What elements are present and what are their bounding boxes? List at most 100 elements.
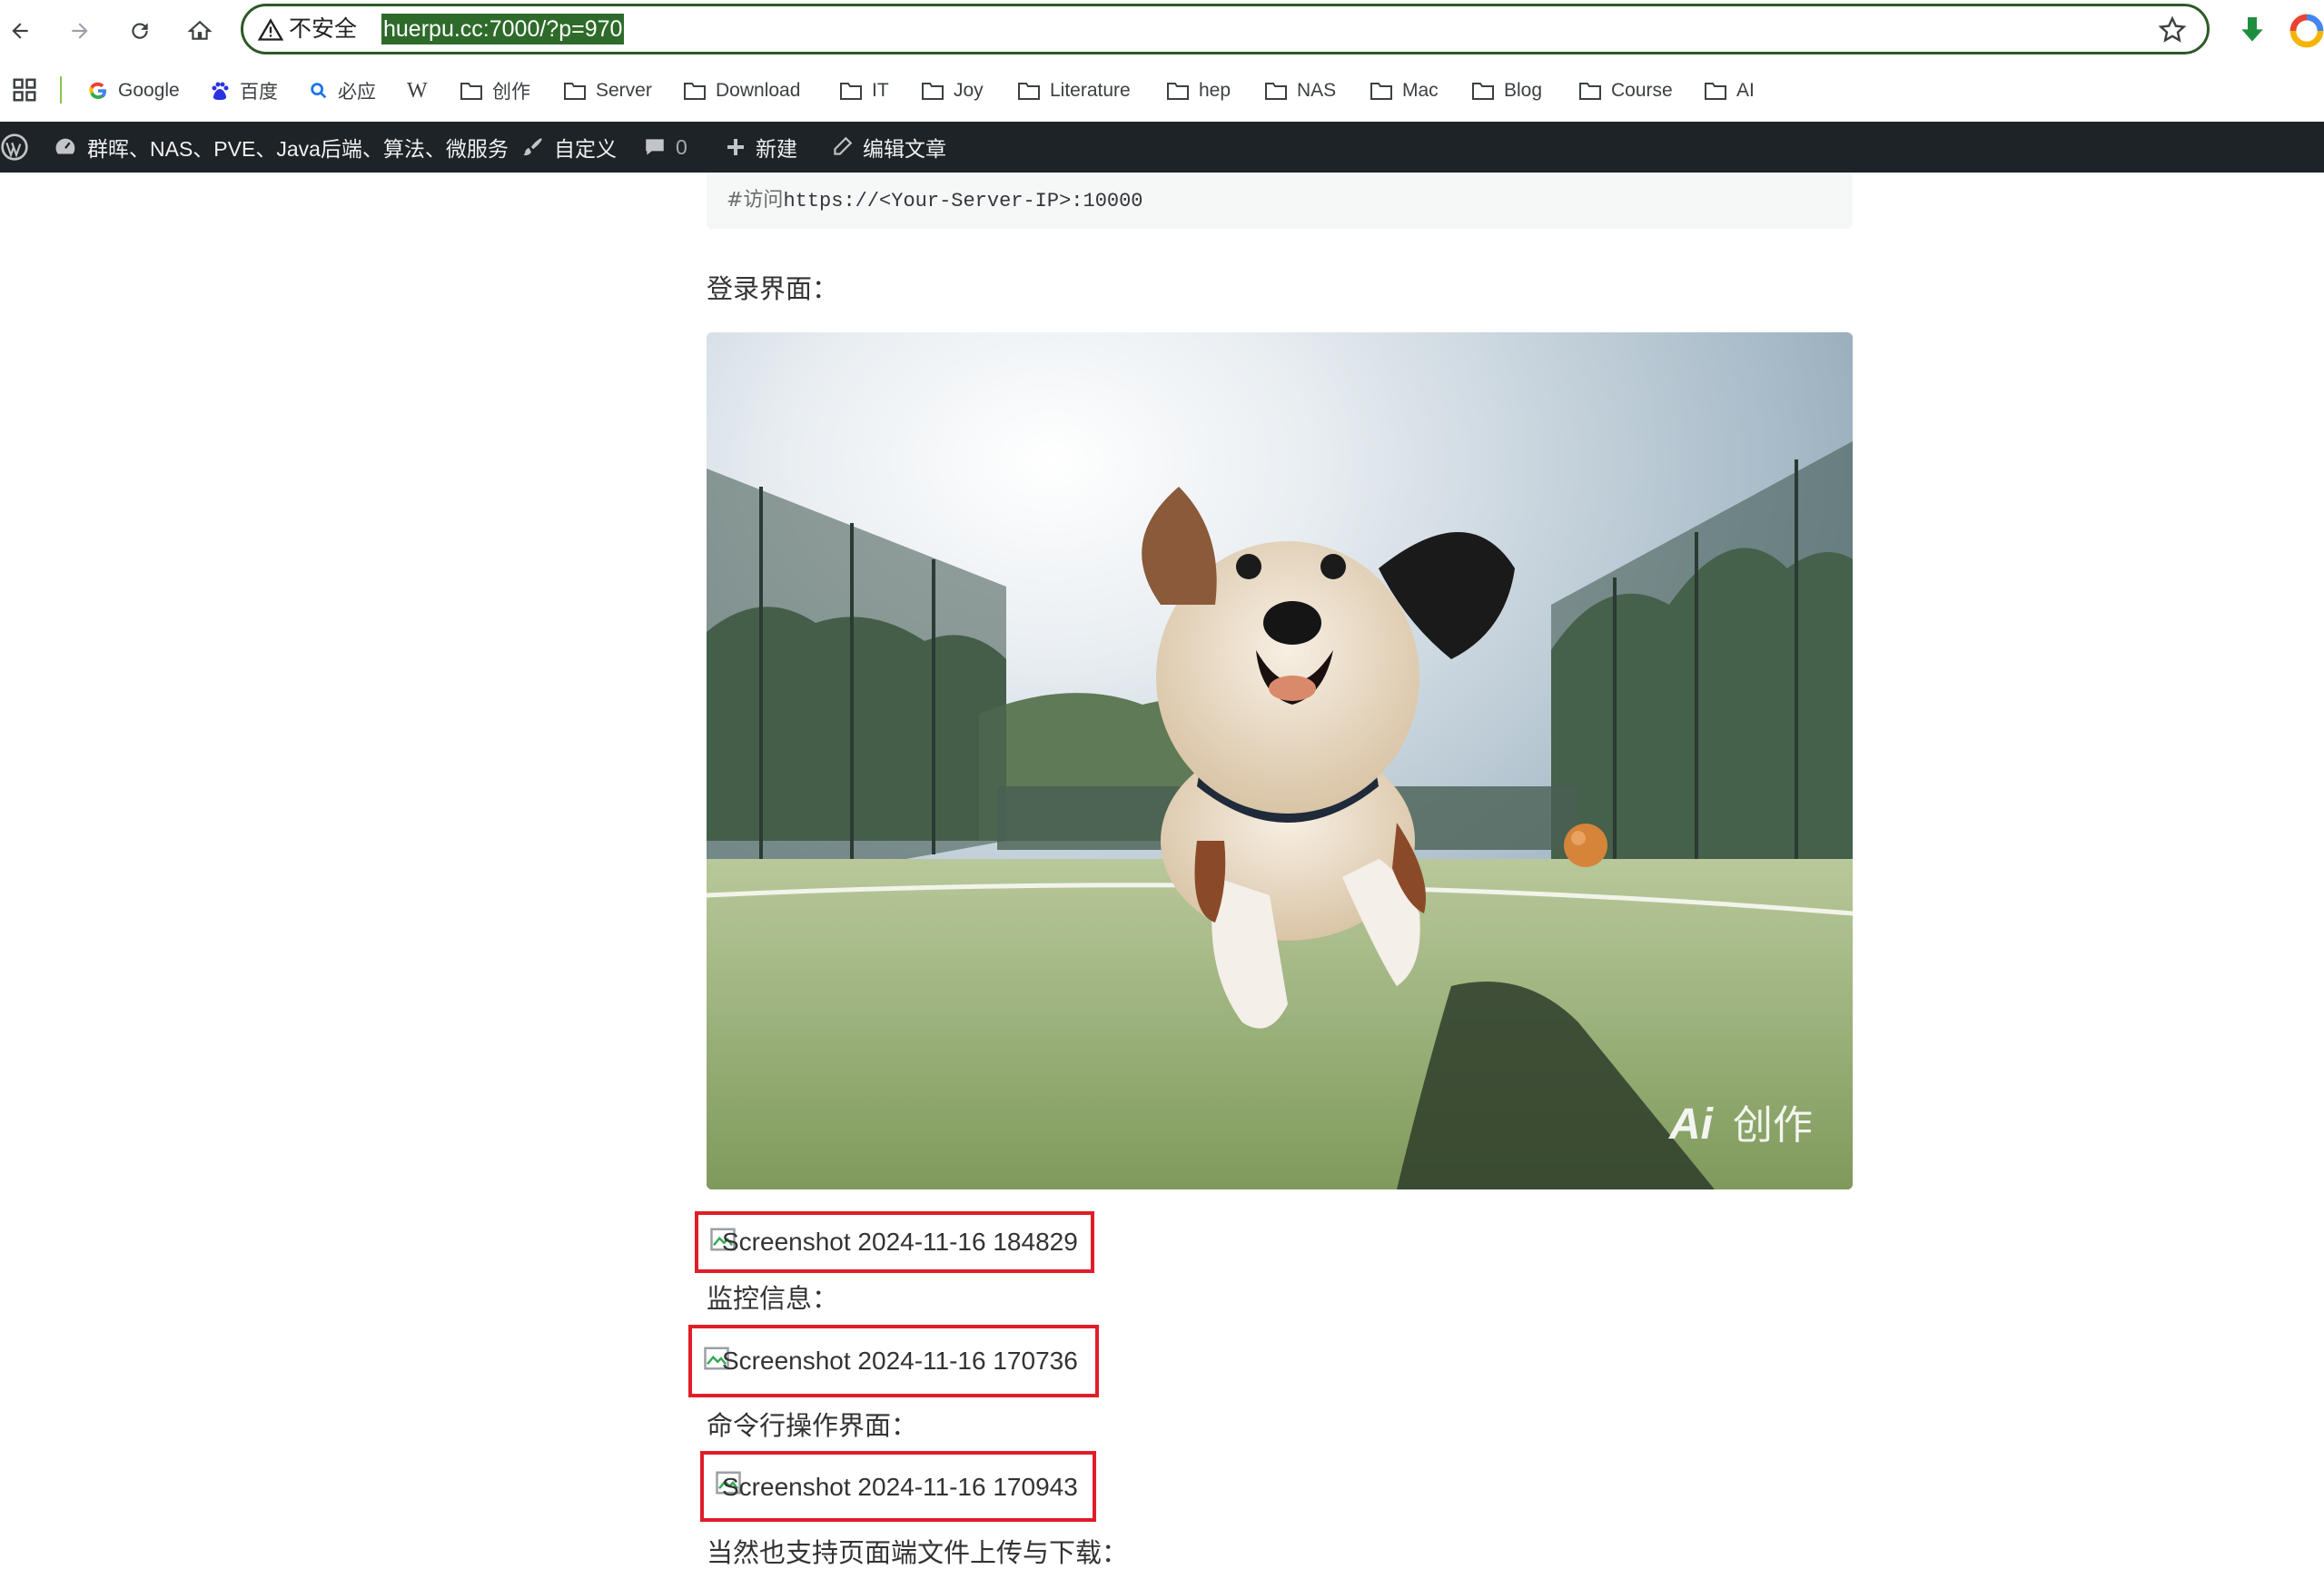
pencil-icon: [834, 136, 853, 155]
bookmark-folder-blog[interactable]: Blog: [1471, 64, 1542, 118]
site-name-menu[interactable]: 群晖、NAS、PVE、Java后端、算法、微服务: [53, 122, 509, 173]
bookmark-label: NAS: [1297, 80, 1337, 101]
bookmark-label: 必应: [338, 82, 376, 103]
reload-button[interactable]: [120, 11, 160, 51]
bookmarks-bar: Google 百度 必应 W 创作 Server Download IT Joy…: [0, 64, 2324, 118]
google-icon: [89, 82, 106, 100]
wordpress-logo-icon: [1, 133, 28, 161]
bookmark-label: 百度: [240, 82, 278, 103]
folder-icon: [1472, 83, 1494, 100]
url-text[interactable]: huerpu.cc:7000/?p=970: [381, 14, 625, 44]
reload-icon: [132, 23, 148, 39]
code-line: #访问https://<Your-Server-IP>:10000: [727, 183, 1143, 212]
bookmark-label: AI: [1736, 80, 1755, 101]
bookmark-google[interactable]: Google: [87, 64, 180, 118]
login-caption: 登录界面：: [707, 275, 839, 304]
folder-icon: [1579, 83, 1601, 100]
download-icon[interactable]: [2234, 13, 2270, 49]
post-hero-image: Ai 创作: [707, 332, 1853, 1189]
wp-logo-button[interactable]: [0, 122, 38, 173]
dog-tennis-illustration: Ai 创作: [707, 332, 1853, 1189]
arrow-left-icon: [12, 23, 28, 39]
broken-image-highlight: Screenshot 2024-11-16 170736: [688, 1325, 1099, 1397]
bookmark-label: Blog: [1504, 80, 1543, 101]
code-block: #访问https://<Your-Server-IP>:10000: [707, 173, 1853, 229]
security-label[interactable]: 不安全: [289, 14, 357, 44]
apps-grid-icon[interactable]: [11, 76, 38, 104]
code-comment: #访问: [727, 189, 784, 212]
bookmark-folder-joy[interactable]: Joy: [921, 64, 984, 118]
folder-icon: [1705, 83, 1726, 100]
browser-toolbar: 不安全 huerpu.cc:7000/?p=970: [0, 0, 2324, 62]
arrow-right-icon: [72, 23, 88, 39]
folder-icon: [1370, 83, 1392, 100]
bookmark-label: 创作: [492, 82, 530, 103]
wp-admin-bar: 群晖、NAS、PVE、Java后端、算法、微服务 自定义 0 新建 编辑文章: [0, 122, 2324, 173]
bookmark-label: Literature: [1050, 80, 1131, 101]
bookmark-star-icon[interactable]: [2158, 15, 2187, 44]
home-icon: [188, 20, 212, 40]
edit-post-button[interactable]: 编辑文章: [830, 122, 946, 173]
edit-post-label: 编辑文章: [863, 137, 946, 161]
comments-count: 0: [676, 134, 687, 159]
cli-caption: 命令行操作界面：: [707, 1412, 918, 1441]
site-title: 群晖、NAS、PVE、Java后端、算法、微服务: [87, 137, 509, 161]
broken-image-highlight: Screenshot 2024-11-16 184829: [695, 1211, 1094, 1273]
bookmark-folder-nas[interactable]: NAS: [1264, 64, 1336, 118]
bookmark-folder-it[interactable]: IT: [839, 64, 889, 118]
bookmarks-separator: [60, 76, 62, 104]
bookmark-folder-ai[interactable]: AI: [1704, 64, 1755, 118]
bookmark-label: Server: [596, 80, 652, 101]
paintbrush-icon: [523, 138, 542, 156]
back-button[interactable]: [0, 11, 40, 51]
watermark-ai: Ai: [1668, 1100, 1715, 1149]
broken-image-alt-text[interactable]: Screenshot 2024-11-16 170736: [722, 1343, 1078, 1379]
broken-image-alt-text[interactable]: Screenshot 2024-11-16 184829: [722, 1224, 1078, 1260]
warning-icon[interactable]: [258, 17, 283, 43]
bookmark-label: Google: [118, 80, 180, 101]
bookmark-folder-server[interactable]: Server: [563, 64, 652, 118]
forward-button[interactable]: [60, 11, 100, 51]
bookmark-folder-hep[interactable]: hep: [1166, 64, 1231, 118]
baidu-icon: [212, 82, 229, 100]
bookmark-label: hep: [1199, 80, 1231, 101]
address-bar[interactable]: 不安全 huerpu.cc:7000/?p=970: [241, 4, 2210, 54]
bookmark-bing[interactable]: 必应: [309, 64, 376, 118]
bookmark-wikipedia[interactable]: W: [407, 64, 428, 118]
folder-icon: [1265, 83, 1287, 100]
plus-icon: [727, 139, 744, 155]
bing-search-icon: [311, 83, 327, 99]
folder-icon: [1167, 83, 1189, 100]
new-content-button[interactable]: 新建: [725, 122, 797, 173]
bookmark-label: Download: [716, 80, 801, 101]
broken-image-highlight: Screenshot 2024-11-16 170943: [700, 1451, 1096, 1522]
monitor-caption: 监控信息：: [707, 1285, 839, 1314]
customize-label: 自定义: [554, 137, 617, 161]
profile-avatar-icon[interactable]: [2289, 13, 2324, 49]
bookmark-folder-mac[interactable]: Mac: [1370, 64, 1439, 118]
bookmark-label: Mac: [1402, 80, 1439, 101]
bookmark-label: Course: [1611, 80, 1673, 101]
broken-image-alt-text[interactable]: Screenshot 2024-11-16 170943: [722, 1469, 1078, 1505]
wikipedia-icon: W: [407, 78, 428, 103]
comments-button[interactable]: 0: [643, 122, 687, 173]
folder-icon: [460, 83, 482, 100]
new-label: 新建: [756, 137, 797, 161]
upload-caption: 当然也支持页面端文件上传与下载：: [707, 1539, 1129, 1568]
bookmark-folder-download[interactable]: Download: [683, 64, 800, 118]
customize-button[interactable]: 自定义: [521, 122, 617, 173]
folder-icon: [564, 83, 586, 100]
bookmark-folder-literature[interactable]: Literature: [1017, 64, 1131, 118]
comment-bubble-icon: [646, 139, 664, 155]
bookmark-label: Joy: [954, 80, 984, 101]
bookmark-baidu[interactable]: 百度: [209, 64, 278, 118]
code-url: https://<Your-Server-IP>:10000: [783, 190, 1143, 212]
folder-icon: [840, 83, 862, 100]
folder-icon: [1018, 83, 1040, 100]
bookmark-label: IT: [872, 80, 889, 101]
home-button[interactable]: [180, 11, 220, 51]
folder-icon: [684, 83, 706, 100]
dashboard-gauge-icon: [55, 138, 75, 154]
bookmark-folder-chuangzuo[interactable]: 创作: [460, 64, 530, 118]
bookmark-folder-course[interactable]: Course: [1578, 64, 1673, 118]
